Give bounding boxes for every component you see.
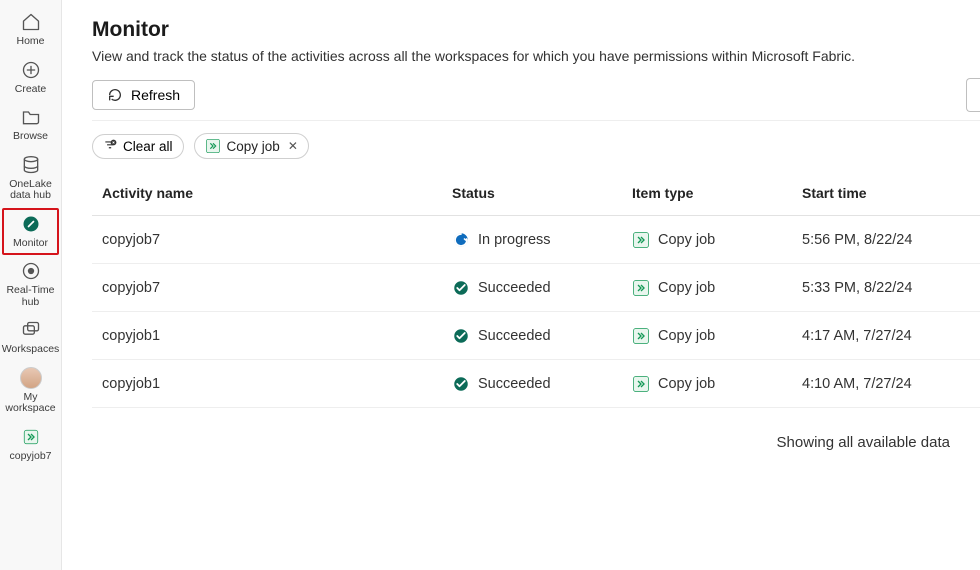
filter-chip-label: Copy job — [227, 139, 280, 154]
copy-job-icon — [632, 231, 650, 249]
home-icon — [19, 10, 43, 34]
table-body: copyjob7 In progress Copy job 5:56 PM, 8/22… — [92, 216, 980, 408]
refresh-icon — [107, 87, 123, 103]
column-status[interactable]: Status — [442, 185, 622, 201]
toolbar-overflow-stub[interactable] — [966, 78, 980, 112]
folder-icon — [19, 105, 43, 129]
copy-job-icon — [632, 375, 650, 393]
sidebar-item-browse[interactable]: Browse — [0, 101, 61, 149]
sidebar-item-label: Monitor — [13, 238, 48, 250]
clear-filter-icon — [103, 139, 117, 153]
status-text: Succeeded — [478, 376, 551, 392]
copy-job-icon — [632, 327, 650, 345]
sidebar-item-label: Real-Time hub — [0, 285, 61, 308]
sidebar-item-create[interactable]: Create — [0, 54, 61, 102]
page-title: Monitor — [92, 18, 980, 42]
filter-row: Clear all Copy job ✕ — [92, 133, 980, 159]
copy-job-icon — [205, 138, 221, 154]
cell-item-type: Copy job — [622, 375, 792, 393]
sidebar-item-label: Home — [16, 36, 44, 48]
refresh-label: Refresh — [131, 87, 180, 103]
realtime-icon — [19, 259, 43, 283]
table-row[interactable]: copyjob1 Succeeded Copy job 4:17 AM, 7/27/2… — [92, 312, 980, 360]
sidebar-item-onelake[interactable]: OneLake data hub — [0, 149, 61, 208]
avatar-icon — [19, 366, 43, 390]
sidebar-nav: Home Create Browse OneLake data hub Moni… — [0, 0, 62, 570]
in-progress-icon — [452, 231, 470, 249]
column-activity-name[interactable]: Activity name — [92, 185, 442, 201]
cell-start-time: 4:17 AM, 7/27/24 — [792, 328, 980, 344]
status-text: In progress — [478, 232, 551, 248]
sidebar-item-label: Workspaces — [2, 344, 60, 356]
sidebar-item-workspaces[interactable]: Workspaces — [0, 314, 61, 362]
item-type-text: Copy job — [658, 232, 715, 248]
toolbar-divider — [92, 120, 980, 121]
sidebar-item-label: OneLake data hub — [0, 179, 61, 202]
cell-activity-name: copyjob1 — [92, 328, 442, 344]
cell-status: Succeeded — [442, 327, 622, 345]
table-header-row: Activity name Status Item type Start tim… — [92, 177, 980, 216]
main-content: Monitor View and track the status of the… — [62, 0, 980, 570]
item-type-text: Copy job — [658, 376, 715, 392]
toolbar: Refresh — [92, 78, 980, 120]
sidebar-item-label: My workspace — [0, 392, 61, 415]
cell-status: In progress — [442, 231, 622, 249]
cell-activity-name: copyjob7 — [92, 232, 442, 248]
cell-item-type: Copy job — [622, 327, 792, 345]
succeeded-icon — [452, 279, 470, 297]
sidebar-item-realtime[interactable]: Real-Time hub — [0, 255, 61, 314]
cell-status: Succeeded — [442, 279, 622, 297]
database-icon — [19, 153, 43, 177]
cell-item-type: Copy job — [622, 231, 792, 249]
cell-status: Succeeded — [442, 375, 622, 393]
status-text: Succeeded — [478, 280, 551, 296]
column-start-time[interactable]: Start time — [792, 185, 980, 201]
cell-item-type: Copy job — [622, 279, 792, 297]
close-icon[interactable]: ✕ — [286, 139, 298, 153]
status-text: Succeeded — [478, 328, 551, 344]
sidebar-item-label: Browse — [13, 131, 48, 143]
workspaces-icon — [19, 318, 43, 342]
filter-chip-copy-job[interactable]: Copy job ✕ — [194, 133, 309, 159]
sidebar-item-label: copyjob7 — [9, 451, 51, 463]
sidebar-item-monitor[interactable]: Monitor — [2, 208, 59, 256]
sidebar-item-copyjob7[interactable]: copyjob7 — [0, 421, 61, 469]
table-row[interactable]: copyjob1 Succeeded Copy job 4:10 AM, 7/27/2… — [92, 360, 980, 408]
sidebar-item-label: Create — [15, 84, 47, 96]
clear-all-label: Clear all — [123, 139, 173, 154]
cell-activity-name: copyjob7 — [92, 280, 442, 296]
cell-activity-name: copyjob1 — [92, 376, 442, 392]
item-type-text: Copy job — [658, 328, 715, 344]
activities-table: Activity name Status Item type Start tim… — [92, 177, 980, 408]
table-row[interactable]: copyjob7 Succeeded Copy job 5:33 PM, 8/22/2… — [92, 264, 980, 312]
cell-start-time: 4:10 AM, 7/27/24 — [792, 376, 980, 392]
table-row[interactable]: copyjob7 In progress Copy job 5:56 PM, 8/22… — [92, 216, 980, 264]
cell-start-time: 5:33 PM, 8/22/24 — [792, 280, 980, 296]
copy-job-icon — [19, 425, 43, 449]
plus-circle-icon — [19, 58, 43, 82]
sidebar-item-my-workspace[interactable]: My workspace — [0, 362, 61, 421]
refresh-button[interactable]: Refresh — [92, 80, 195, 110]
cell-start-time: 5:56 PM, 8/22/24 — [792, 232, 980, 248]
page-subtitle: View and track the status of the activit… — [92, 48, 980, 64]
monitor-icon — [19, 212, 43, 236]
clear-all-button[interactable]: Clear all — [92, 134, 184, 159]
succeeded-icon — [452, 327, 470, 345]
table-footer-note: Showing all available data — [92, 434, 950, 451]
succeeded-icon — [452, 375, 470, 393]
copy-job-icon — [632, 279, 650, 297]
item-type-text: Copy job — [658, 280, 715, 296]
column-item-type[interactable]: Item type — [622, 185, 792, 201]
sidebar-item-home[interactable]: Home — [0, 6, 61, 54]
